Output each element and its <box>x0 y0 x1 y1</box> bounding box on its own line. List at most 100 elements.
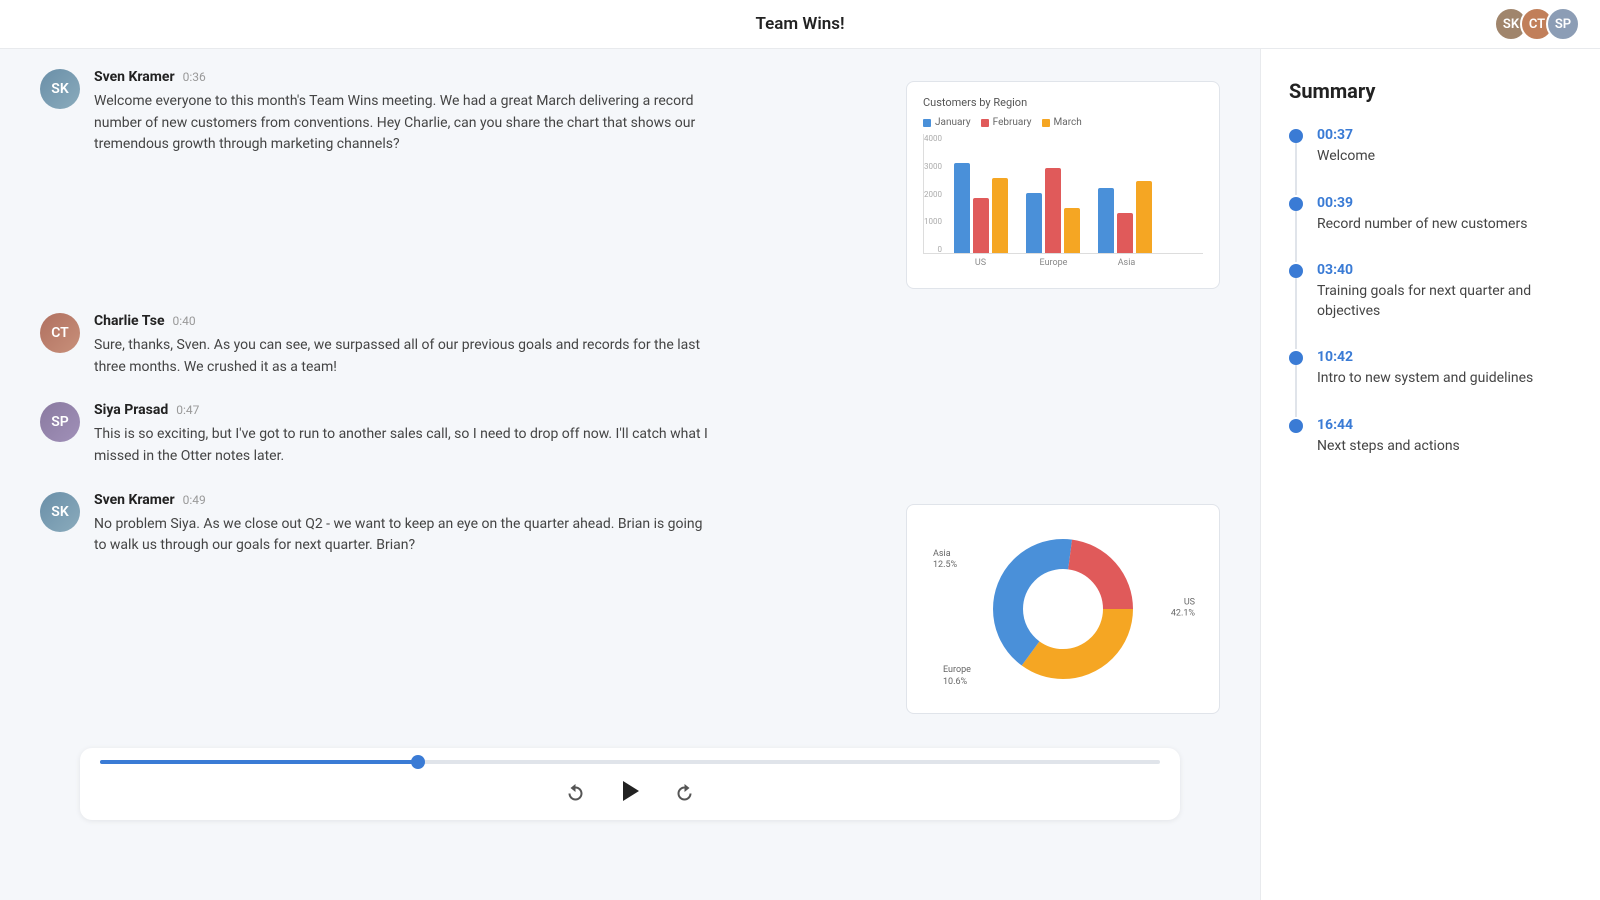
summary-dot <box>1289 197 1303 211</box>
summary-dot <box>1289 129 1303 143</box>
progress-fill <box>100 760 418 764</box>
msg-header: Sven Kramer 0:49 <box>94 492 892 508</box>
donut-label-europe: Europe10.6% <box>943 665 971 688</box>
page-title: Team Wins! <box>755 14 844 34</box>
legend-label-jan: January <box>935 117 971 128</box>
avatar-3: SP <box>1546 7 1580 41</box>
bar-asia-jan <box>1098 188 1114 253</box>
summary-content: 16:44 Next steps and actions <box>1317 417 1460 457</box>
speaker-name: Siya Prasad <box>94 402 168 418</box>
donut-label-us: US42.1% <box>1171 597 1195 620</box>
msg-text: Sure, thanks, Sven. As you can see, we s… <box>94 335 714 378</box>
msg-header: Siya Prasad 0:47 <box>94 402 1220 418</box>
bar-eu-mar <box>1064 208 1080 253</box>
speaker-name: Sven Kramer <box>94 492 175 508</box>
summary-item[interactable]: 10:42 Intro to new system and guidelines <box>1289 349 1572 417</box>
summary-description: Welcome <box>1317 147 1375 167</box>
bar-label-us: US <box>953 258 1008 268</box>
avatar: CT <box>40 313 80 353</box>
bar-group-europe <box>1026 168 1080 253</box>
msg-text: This is so exciting, but I've got to run… <box>94 424 714 467</box>
player-controls <box>100 778 1160 804</box>
summary-time: 00:37 <box>1317 127 1375 143</box>
participant-avatars: SK CT SP <box>1502 7 1580 41</box>
summary-description: Next steps and actions <box>1317 437 1460 457</box>
summary-description: Training goals for next quarter and obje… <box>1317 282 1572 321</box>
progress-thumb <box>411 755 425 769</box>
bar-chart: 4000 3000 2000 1000 0 <box>923 134 1203 274</box>
bar-chart-inner: 4000 3000 2000 1000 0 <box>923 134 1203 254</box>
avatar: SK <box>40 69 80 109</box>
msg-content: Sven Kramer 0:36 Welcome everyone to thi… <box>94 69 892 156</box>
bar-label-europe: Europe <box>1026 258 1081 268</box>
forward-icon <box>673 779 697 803</box>
msg-timestamp: 0:49 <box>183 493 206 507</box>
summary-item[interactable]: 16:44 Next steps and actions <box>1289 417 1572 485</box>
summary-item[interactable]: 00:37 Welcome <box>1289 127 1572 195</box>
avatar: SP <box>40 402 80 442</box>
bar-asia-mar <box>1136 181 1152 253</box>
summary-time: 00:39 <box>1317 195 1527 211</box>
main-layout: SK Sven Kramer 0:36 Welcome everyone to … <box>0 49 1600 900</box>
legend-feb: February <box>981 117 1032 128</box>
donut-svg <box>983 529 1143 689</box>
msg-content: Siya Prasad 0:47 This is so exciting, bu… <box>94 402 1220 467</box>
msg-timestamp: 0:40 <box>173 314 196 328</box>
summary-panel: Summary 00:37 Welcome 00:39 Record numbe… <box>1260 49 1600 900</box>
bar-asia-feb <box>1117 213 1133 253</box>
bar-us-jan <box>954 163 970 253</box>
msg-timestamp: 0:36 <box>183 70 206 84</box>
bar-label-asia: Asia <box>1099 258 1154 268</box>
summary-content: 10:42 Intro to new system and guidelines <box>1317 349 1533 389</box>
bar-eu-jan <box>1026 193 1042 253</box>
summary-content: 03:40 Training goals for next quarter an… <box>1317 262 1572 321</box>
progress-track[interactable] <box>100 760 1160 764</box>
header: Team Wins! SK CT SP <box>0 0 1600 49</box>
legend-dot-mar <box>1042 119 1050 127</box>
legend-mar: March <box>1042 117 1082 128</box>
summary-dot <box>1289 351 1303 365</box>
bar-chart-container: Customers by Region January February Mar… <box>906 81 1220 289</box>
message-block: SK Sven Kramer 0:49 No problem Siya. As … <box>40 492 1220 714</box>
y-axis: 4000 3000 2000 1000 0 <box>924 134 946 254</box>
summary-content: 00:37 Welcome <box>1317 127 1375 167</box>
summary-content: 00:39 Record number of new customers <box>1317 195 1527 235</box>
play-button[interactable] <box>617 778 643 804</box>
donut-label-asia: Asia12.5% <box>933 549 957 572</box>
legend-jan: January <box>923 117 971 128</box>
bar-us-feb <box>973 198 989 253</box>
legend-dot-feb <box>981 119 989 127</box>
summary-dot <box>1289 419 1303 433</box>
donut-chart-container: Asia12.5% US42.1% Europe10.6% <box>906 504 1220 714</box>
bar-chart-title: Customers by Region <box>923 96 1203 109</box>
msg-text: Welcome everyone to this month's Team Wi… <box>94 91 714 156</box>
rewind-button[interactable] <box>563 779 587 803</box>
message-block: SP Siya Prasad 0:47 This is so exciting,… <box>40 402 1220 467</box>
bar-eu-feb <box>1045 168 1061 253</box>
rewind-icon <box>563 779 587 803</box>
summary-item[interactable]: 03:40 Training goals for next quarter an… <box>1289 262 1572 349</box>
legend-label-mar: March <box>1054 117 1082 128</box>
player-bar <box>80 748 1180 820</box>
forward-button[interactable] <box>673 779 697 803</box>
msg-content: Charlie Tse 0:40 Sure, thanks, Sven. As … <box>94 313 1220 378</box>
summary-item[interactable]: 00:39 Record number of new customers <box>1289 195 1572 263</box>
donut-hole <box>1025 571 1101 647</box>
msg-timestamp: 0:47 <box>176 403 199 417</box>
summary-description: Intro to new system and guidelines <box>1317 369 1533 389</box>
legend-label-feb: February <box>993 117 1032 128</box>
msg-text: No problem Siya. As we close out Q2 - we… <box>94 514 714 557</box>
msg-header: Sven Kramer 0:36 <box>94 69 892 85</box>
summary-title: Summary <box>1289 79 1572 103</box>
legend-dot-jan <box>923 119 931 127</box>
summary-items: 00:37 Welcome 00:39 Record number of new… <box>1289 127 1572 485</box>
bar-us-mar <box>992 178 1008 253</box>
summary-time: 16:44 <box>1317 417 1460 433</box>
msg-header: Charlie Tse 0:40 <box>94 313 1220 329</box>
donut-chart: Asia12.5% US42.1% Europe10.6% <box>923 519 1203 699</box>
message-block: SK Sven Kramer 0:36 Welcome everyone to … <box>40 69 1220 289</box>
speaker-name: Sven Kramer <box>94 69 175 85</box>
msg-content: Sven Kramer 0:49 No problem Siya. As we … <box>94 492 892 557</box>
summary-time: 10:42 <box>1317 349 1533 365</box>
chat-area: SK Sven Kramer 0:36 Welcome everyone to … <box>0 49 1260 900</box>
